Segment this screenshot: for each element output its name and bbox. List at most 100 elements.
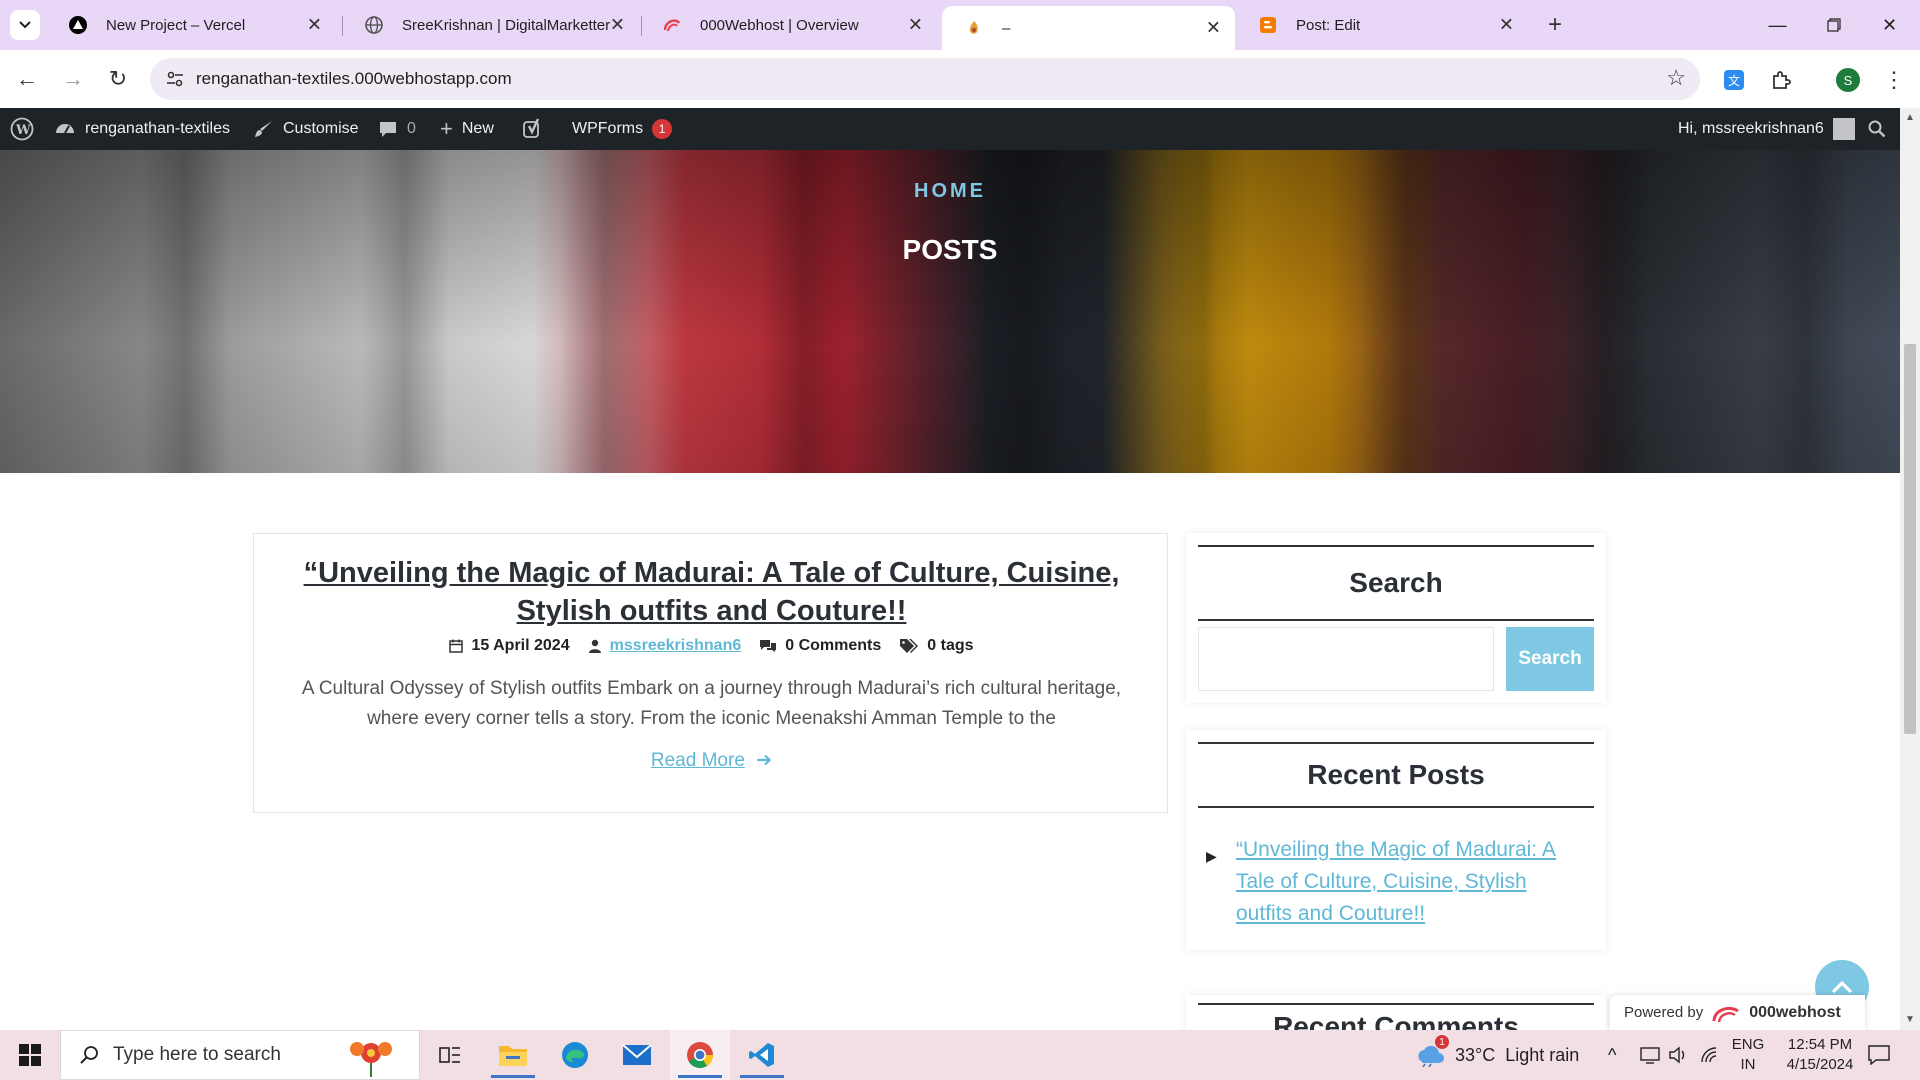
weather-icon: 1 [1415, 1035, 1449, 1067]
chevron-down-icon [19, 21, 31, 29]
new-tab-button[interactable]: + [1540, 10, 1570, 40]
search-icon [80, 1046, 98, 1064]
minimize-button[interactable]: — [1750, 0, 1805, 50]
wordpress-logo-button[interactable]: W [10, 108, 34, 150]
reload-button[interactable]: ↻ [103, 64, 133, 94]
flower-decoration-icon [350, 1042, 392, 1077]
network-tray-icon[interactable] [1700, 1030, 1720, 1080]
start-button[interactable] [0, 1030, 60, 1080]
display-icon [1640, 1047, 1660, 1064]
search-input[interactable] [1198, 627, 1494, 691]
post-card: “Unveiling the Magic of Madurai: A Tale … [253, 533, 1168, 813]
read-more-link[interactable]: Read More ➔ [254, 749, 1169, 772]
site-name-label: renganathan-textiles [85, 120, 230, 137]
weather-widget[interactable]: 1 33°C Light rain [1415, 1030, 1579, 1080]
post-author-link[interactable]: mssreekrishnan6 [610, 637, 742, 655]
dashboard-icon [56, 124, 74, 134]
search-widget: Search Search [1186, 533, 1606, 703]
tab-search-button[interactable] [10, 10, 40, 40]
edge-icon [562, 1042, 588, 1068]
back-button[interactable]: ← [12, 64, 42, 94]
chrome-icon [687, 1042, 714, 1069]
comments-count: 0 [407, 120, 416, 137]
weather-temperature: 33°C [1455, 1044, 1496, 1065]
speaker-icon [1669, 1046, 1685, 1064]
tab-sreekrishnan[interactable]: SreeKrishnan | DigitalMarketter ✕ [342, 6, 639, 44]
new-content-link[interactable]: + New [440, 108, 494, 150]
meet-now-tray-icon[interactable] [1640, 1030, 1660, 1080]
restore-button[interactable] [1806, 0, 1861, 50]
tab-blogger[interactable]: Post: Edit ✕ [1236, 6, 1528, 44]
vscode-taskbar-button[interactable] [732, 1030, 792, 1080]
svg-text:W: W [15, 123, 31, 138]
tab-000webhost[interactable]: 000Webhost | Overview ✕ [640, 6, 937, 44]
address-bar[interactable]: renganathan-textiles.000webhostapp.com ☆ [150, 58, 1700, 100]
page-favicon [964, 18, 984, 38]
wpforms-label: WPForms [572, 120, 644, 137]
close-window-button[interactable]: ✕ [1862, 0, 1917, 50]
plus-icon: + [1547, 11, 1562, 38]
taskbar-search-placeholder: Type here to search [113, 1044, 281, 1065]
recent-posts-widget: Recent Posts ▶ “Unveiling the Magic of M… [1186, 730, 1606, 950]
taskbar-search-box[interactable]: Type here to search [60, 1030, 420, 1080]
search-button[interactable]: Search [1506, 627, 1594, 691]
page-hero-banner: HOME POSTS [0, 150, 1900, 473]
profile-avatar[interactable]: S [1834, 66, 1862, 94]
chrome-taskbar-button[interactable] [670, 1030, 730, 1080]
search-widget-title: Search [1198, 545, 1594, 621]
wifi-icon [1701, 1047, 1717, 1063]
post-comments-text: 0 Comments [785, 637, 882, 654]
region-code: IN [1740, 1056, 1756, 1073]
language-indicator[interactable]: ENG IN [1728, 1035, 1768, 1075]
close-tab-icon[interactable]: ✕ [1206, 18, 1221, 39]
wpforms-notification-badge: 1 [652, 119, 673, 139]
yoast-seo-button[interactable] [522, 108, 544, 150]
edge-taskbar-button[interactable] [545, 1030, 605, 1080]
language-code: ENG [1731, 1036, 1765, 1053]
admin-bar-search-button[interactable] [1868, 108, 1886, 150]
tab-current-page[interactable]: – ✕ [942, 6, 1235, 50]
notification-icon [1868, 1045, 1890, 1065]
post-excerpt: A Cultural Odyssey of Stylish outfits Em… [301, 678, 1122, 729]
powered-by-badge[interactable]: Powered by 000webhost [1610, 995, 1865, 1030]
tab-vercel[interactable]: New Project – Vercel ✕ [46, 6, 336, 44]
000webhost-logo-icon [1712, 1006, 1740, 1022]
show-hidden-icons-button[interactable]: ^ [1608, 1030, 1616, 1080]
list-item: ▶ “Unveiling the Magic of Madurai: A Tal… [1206, 834, 1586, 930]
file-explorer-taskbar-button[interactable] [483, 1030, 543, 1080]
recent-post-link[interactable]: “Unveiling the Magic of Madurai: A Tale … [1236, 838, 1556, 925]
calendar-icon [449, 639, 464, 653]
forward-button[interactable]: → [58, 64, 88, 94]
windows-taskbar: Type here to search 1 33°C Light rain ^ … [0, 1030, 1920, 1080]
page-scrollbar[interactable]: ▲ ▼ [1900, 108, 1920, 1030]
folder-icon [499, 1046, 527, 1066]
task-view-button[interactable] [420, 1030, 480, 1080]
bookmark-star-icon[interactable]: ☆ [1666, 65, 1686, 91]
close-tab-icon[interactable]: ✕ [1499, 15, 1514, 36]
scroll-up-arrow-icon[interactable]: ▲ [1900, 112, 1920, 123]
page-title: POSTS [902, 234, 998, 265]
close-tab-icon[interactable]: ✕ [908, 15, 923, 36]
site-settings-icon[interactable] [164, 68, 186, 90]
scroll-down-arrow-icon[interactable]: ▼ [1900, 1014, 1920, 1025]
translate-extension-icon[interactable]: 文 [1720, 66, 1748, 94]
comment-bubble-icon [380, 122, 396, 137]
profile-initial: S [1836, 68, 1860, 92]
post-title-link[interactable]: “Unveiling the Magic of Madurai: A Tale … [284, 554, 1139, 630]
scrollbar-thumb[interactable] [1904, 344, 1916, 734]
site-name-link[interactable]: renganathan-textiles [54, 108, 230, 150]
breadcrumb-home-link[interactable]: HOME [0, 180, 1900, 203]
browser-menu-icon[interactable]: ⋮ [1880, 66, 1908, 94]
close-tab-icon[interactable]: ✕ [610, 15, 625, 36]
comments-link[interactable]: 0 [378, 108, 416, 150]
customise-link[interactable]: Customise [254, 108, 359, 150]
volume-tray-icon[interactable] [1668, 1030, 1688, 1080]
tags-icon [900, 639, 919, 653]
mail-taskbar-button[interactable] [607, 1030, 667, 1080]
extensions-puzzle-icon[interactable] [1767, 66, 1795, 94]
clock[interactable]: 12:54 PM 4/15/2024 [1770, 1035, 1870, 1075]
notifications-button[interactable] [1868, 1030, 1890, 1080]
close-tab-icon[interactable]: ✕ [307, 15, 322, 36]
account-menu[interactable]: Hi, mssreekrishnan6 [1678, 108, 1855, 150]
wpforms-link[interactable]: WPForms 1 [572, 108, 673, 150]
